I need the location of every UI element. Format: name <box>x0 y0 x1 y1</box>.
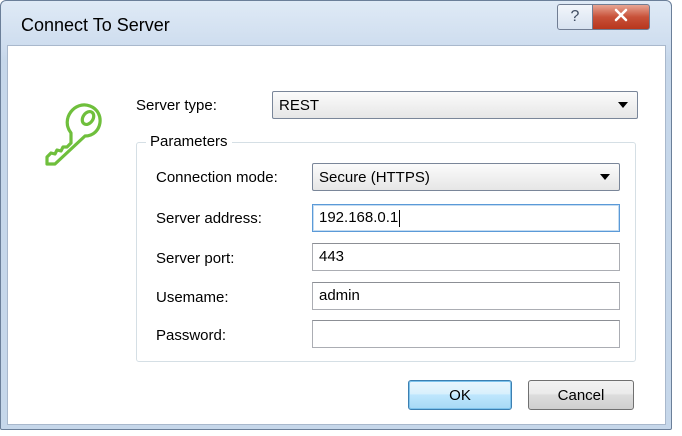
server-port-label: Server port: <box>156 250 235 267</box>
question-mark-icon: ? <box>570 8 580 25</box>
parameters-group-label: Parameters <box>146 133 232 150</box>
key-icon <box>42 96 114 168</box>
ok-button[interactable]: OK <box>408 380 512 410</box>
window-title: Connect To Server <box>21 15 170 35</box>
server-port-value: 443 <box>319 248 345 265</box>
server-port-input[interactable]: 443 <box>312 243 620 271</box>
password-input[interactable] <box>312 320 620 348</box>
close-icon <box>614 8 628 27</box>
username-value: admin <box>319 287 360 304</box>
dialog-window: Connect To Server ? Server type: REST Pa… <box>0 0 672 430</box>
password-label: Password: <box>156 327 227 344</box>
server-type-label: Server type: <box>136 97 217 114</box>
chevron-down-icon <box>600 174 610 180</box>
server-address-input[interactable]: 192.168.0.1 <box>312 204 620 232</box>
close-button[interactable] <box>592 4 650 30</box>
cancel-button[interactable]: Cancel <box>528 380 634 410</box>
connection-mode-value: Secure (HTTPS) <box>319 168 430 186</box>
server-type-value: REST <box>279 96 320 114</box>
server-address-value: 192.168.0.1 <box>319 209 399 226</box>
text-cursor <box>399 209 401 227</box>
chevron-down-icon <box>618 102 628 108</box>
username-input[interactable]: admin <box>312 282 620 310</box>
username-label: Usemame: <box>156 289 229 306</box>
server-type-dropdown[interactable]: REST <box>272 91 638 119</box>
connection-mode-dropdown[interactable]: Secure (HTTPS) <box>312 163 620 191</box>
connection-mode-label: Connection mode: <box>156 169 278 186</box>
dialog-content: Server type: REST Parameters Connection … <box>7 45 666 425</box>
help-button[interactable]: ? <box>557 4 593 30</box>
server-address-label: Server address: <box>156 210 262 227</box>
title-bar[interactable]: Connect To Server ? <box>1 1 671 45</box>
